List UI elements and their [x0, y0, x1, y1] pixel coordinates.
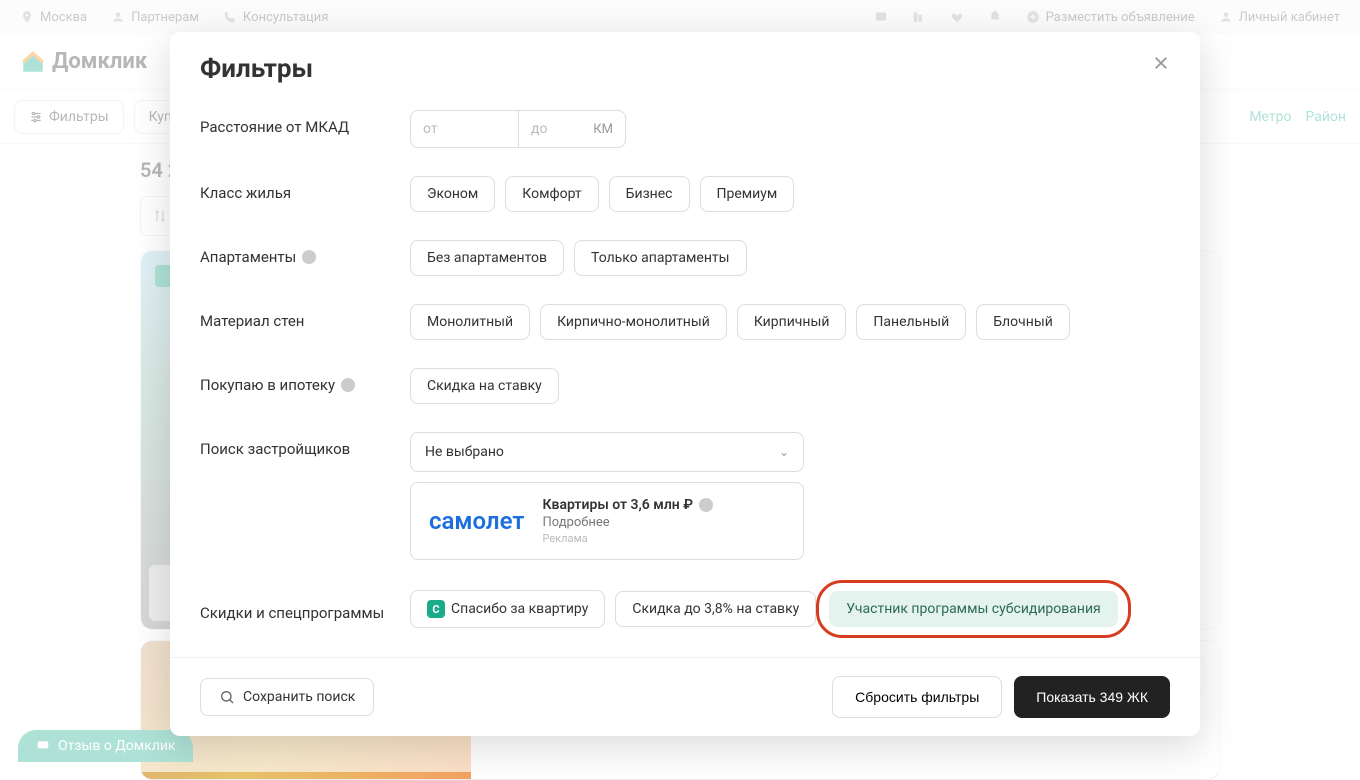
- filter-extra: Дополнительно Только с видео Только с фо…: [200, 644, 1170, 657]
- filter-label: Апартаменты: [200, 240, 410, 266]
- filter-label: Класс жилья: [200, 176, 410, 202]
- chip-monolithic[interactable]: Монолитный: [410, 304, 530, 340]
- mkad-to-input[interactable]: до КМ: [518, 110, 626, 148]
- chip-no-apartments[interactable]: Без апартаментов: [410, 240, 564, 276]
- promo-ad-label: Реклама: [542, 532, 713, 545]
- info-icon[interactable]: [341, 378, 355, 392]
- filters-modal: Фильтры Расстояние от МКАД от до КМ Клас…: [170, 32, 1200, 736]
- chip-panel[interactable]: Панельный: [856, 304, 966, 340]
- filter-apartments: Апартаменты Без апартаментов Только апар…: [200, 226, 1170, 290]
- modal-body: Расстояние от МКАД от до КМ Класс жилья …: [170, 96, 1200, 657]
- chip-business[interactable]: Бизнес: [609, 176, 690, 212]
- chip-block[interactable]: Блочный: [976, 304, 1070, 340]
- mkad-from-input[interactable]: от: [410, 110, 518, 148]
- chip-brick[interactable]: Кирпичный: [737, 304, 847, 340]
- save-search-button[interactable]: Сохранить поиск: [200, 678, 374, 716]
- modal-footer: Сохранить поиск Сбросить фильтры Показат…: [170, 657, 1200, 736]
- chevron-down-icon: ⌄: [779, 445, 789, 459]
- filter-developers: Поиск застройщиков Не выбрано ⌄ самолет …: [200, 418, 1170, 574]
- bookmark-icon: [219, 689, 235, 705]
- chip-subsidy-program[interactable]: Участник программы субсидирования: [829, 591, 1117, 627]
- filter-label: Материал стен: [200, 304, 410, 330]
- chip-rate-discount[interactable]: Скидка до 3,8% на ставку: [615, 591, 816, 627]
- sber-icon: С: [427, 600, 445, 618]
- chip-brick-mono[interactable]: Кирпично-монолитный: [540, 304, 727, 340]
- filter-discounts: Скидки и спецпрограммы С Спасибо за квар…: [200, 574, 1170, 644]
- chip-premium[interactable]: Премиум: [700, 176, 795, 212]
- chip-economy[interactable]: Эконом: [410, 176, 495, 212]
- filter-label: Расстояние от МКАД: [200, 110, 410, 136]
- filter-label: Покупаю в ипотеку: [200, 368, 410, 394]
- promo-card[interactable]: самолет Квартиры от 3,6 млн ₽ Подробнее …: [410, 482, 804, 560]
- chip-only-apartments[interactable]: Только апартаменты: [574, 240, 746, 276]
- promo-title: Квартиры от 3,6 млн ₽: [542, 497, 713, 513]
- chip-thanks[interactable]: С Спасибо за квартиру: [410, 590, 605, 628]
- chip-comfort[interactable]: Комфорт: [505, 176, 598, 212]
- info-icon[interactable]: [302, 250, 316, 264]
- filter-mkad: Расстояние от МКАД от до КМ: [200, 96, 1170, 162]
- chip-rate-discount[interactable]: Скидка на ставку: [410, 368, 559, 404]
- promo-logo: самолет: [429, 507, 524, 535]
- reset-filters-button[interactable]: Сбросить фильтры: [832, 676, 1002, 718]
- promo-sub: Подробнее: [542, 515, 713, 530]
- info-icon[interactable]: [699, 498, 713, 512]
- filter-label: Поиск застройщиков: [200, 432, 410, 458]
- filter-label: Скидки и спецпрограммы: [200, 588, 410, 622]
- filter-mortgage: Покупаю в ипотеку Скидка на ставку: [200, 354, 1170, 418]
- filter-class: Класс жилья Эконом Комфорт Бизнес Премиу…: [200, 162, 1170, 226]
- close-button[interactable]: [1152, 54, 1170, 77]
- filter-walls: Материал стен Монолитный Кирпично-моноли…: [200, 290, 1170, 354]
- show-results-button[interactable]: Показать 349 ЖК: [1014, 676, 1170, 718]
- modal-title: Фильтры: [200, 54, 313, 84]
- close-icon: [1152, 54, 1170, 72]
- developers-select[interactable]: Не выбрано ⌄: [410, 432, 804, 472]
- highlighted-annotation: Участник программы субсидирования: [816, 580, 1130, 638]
